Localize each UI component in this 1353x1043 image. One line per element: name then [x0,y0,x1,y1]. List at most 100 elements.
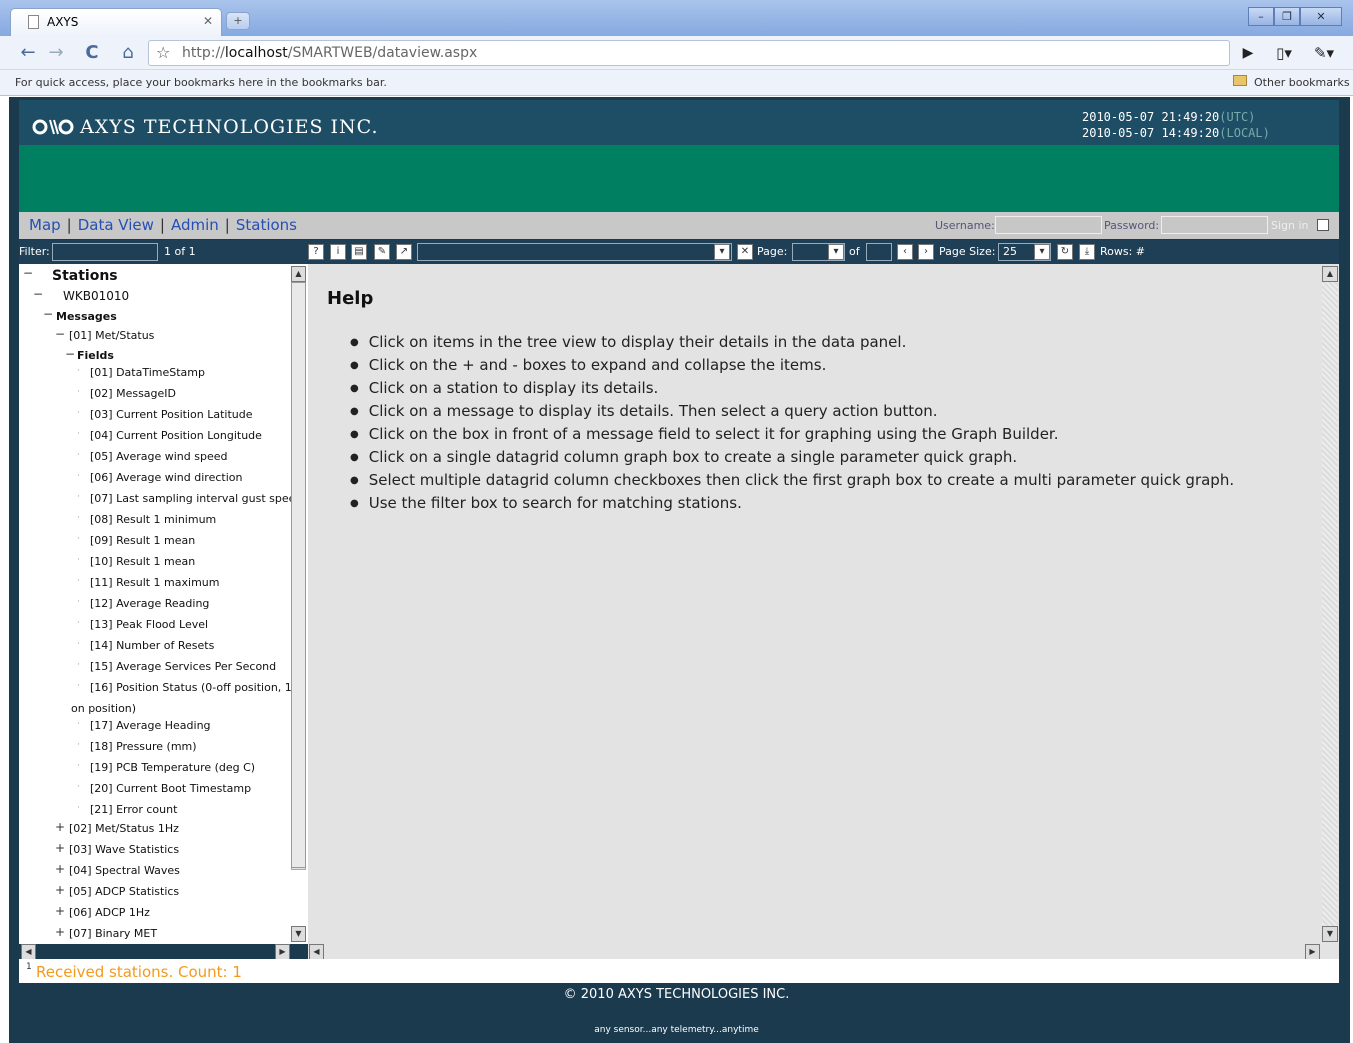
back-icon[interactable]: ← [16,41,40,65]
maximize-button[interactable]: ❐ [1274,7,1300,26]
page-menu-icon[interactable]: ▯▾ [1268,41,1300,65]
field-checkbox[interactable]: · [77,639,80,649]
field-checkbox[interactable]: · [77,534,80,544]
tree-field[interactable]: [01] DataTimeStamp [90,366,205,379]
go-icon[interactable]: ▶ [1236,41,1260,65]
tree-field[interactable]: [06] Average wind direction [90,471,242,484]
tree-scroll-thumb[interactable] [291,282,306,868]
tree-message[interactable]: [05] ADCP Statistics [69,885,179,898]
expand-icon[interactable]: + [55,862,65,876]
content-scroll-right-icon[interactable]: ▶ [1305,944,1320,960]
tree-message[interactable]: [07] Binary MET [69,927,157,940]
tree-field[interactable]: [14] Number of Resets [90,639,214,652]
password-input[interactable] [1161,216,1268,234]
reload-icon[interactable]: C [80,41,104,65]
field-checkbox[interactable]: · [77,782,80,792]
prev-page-icon[interactable]: ‹ [897,244,913,260]
field-checkbox[interactable]: · [77,366,80,376]
expand-icon[interactable]: + [55,904,65,918]
forward-icon[interactable]: → [44,41,68,65]
collapse-icon[interactable]: − [23,266,33,280]
nav-stations[interactable]: Stations [236,216,297,234]
collapse-icon[interactable]: − [43,307,53,321]
tree-message[interactable]: [02] Met/Status 1Hz [69,822,179,835]
content-scroll-up-icon[interactable]: ▲ [1322,266,1338,282]
tree-field[interactable]: [02] MessageID [90,387,176,400]
filter-input[interactable] [52,243,158,261]
tree-station[interactable]: WKB01010 [63,289,129,303]
expand-icon[interactable]: + [55,841,65,855]
tree-field[interactable]: [05] Average wind speed [90,450,227,463]
query-select[interactable] [417,243,732,261]
tree-field[interactable]: [11] Result 1 maximum [90,576,219,589]
field-checkbox[interactable]: · [77,740,80,750]
collapse-icon[interactable]: − [33,287,43,301]
collapse-icon[interactable]: − [65,347,75,361]
tree-field[interactable]: [04] Current Position Longitude [90,429,262,442]
field-checkbox[interactable]: · [77,450,80,460]
field-checkbox[interactable]: · [77,597,80,607]
page-size-dropdown-icon[interactable]: ▾ [1034,244,1050,260]
scroll-down-icon[interactable]: ▼ [291,926,306,942]
nav-data-view[interactable]: Data View [78,216,154,234]
next-page-icon[interactable]: › [918,244,934,260]
tree-message[interactable]: [06] ADCP 1Hz [69,906,150,919]
other-bookmarks[interactable]: Other bookmarks [1254,76,1350,89]
quick-graph-icon[interactable]: ↗ [396,244,412,260]
tree-field[interactable]: [19] PCB Temperature (deg C) [90,761,255,774]
tree-field[interactable]: [08] Result 1 minimum [90,513,216,526]
field-checkbox[interactable]: · [77,803,80,813]
browser-tab[interactable]: AXYS ✕ [10,8,222,36]
field-checkbox[interactable]: · [77,660,80,670]
tree-field[interactable]: [10] Result 1 mean [90,555,195,568]
tree-field[interactable]: [17] Average Heading [90,719,211,732]
field-checkbox[interactable]: · [77,719,80,729]
tree-field[interactable]: [09] Result 1 mean [90,534,195,547]
expand-icon[interactable]: + [55,925,65,939]
field-checkbox[interactable]: · [77,761,80,771]
tree-field[interactable]: [21] Error count [90,803,177,816]
tree-field[interactable]: on position) [71,702,136,715]
expand-icon[interactable]: + [55,883,65,897]
collapse-icon[interactable]: − [55,327,65,341]
field-checkbox[interactable]: · [77,513,80,523]
field-checkbox[interactable]: · [77,576,80,586]
close-window-button[interactable]: ✕ [1300,7,1342,26]
scroll-up-icon[interactable]: ▲ [291,266,306,282]
nav-map[interactable]: Map [29,216,61,234]
home-icon[interactable]: ⌂ [116,41,140,65]
expand-icon[interactable]: + [55,820,65,834]
tree-fields[interactable]: Fields [77,349,114,362]
nav-admin[interactable]: Admin [171,216,219,234]
tree-field[interactable]: [12] Average Reading [90,597,209,610]
minimize-button[interactable]: – [1248,7,1274,26]
clear-icon[interactable]: ✕ [737,244,753,260]
content-scroll-down-icon[interactable]: ▼ [1322,926,1338,942]
content-scrollbar[interactable] [1322,266,1338,941]
field-checkbox[interactable]: · [77,492,80,502]
tree-field[interactable]: [20] Current Boot Timestamp [90,782,251,795]
field-checkbox[interactable]: · [77,555,80,565]
username-input[interactable] [995,216,1102,234]
field-checkbox[interactable]: · [77,429,80,439]
field-checkbox[interactable]: · [77,471,80,481]
remember-checkbox[interactable] [1317,219,1329,231]
info-icon[interactable]: i [330,244,346,260]
new-tab-button[interactable]: + [226,12,250,30]
tree-field[interactable]: [13] Peak Flood Level [90,618,208,631]
tree-field[interactable]: [03] Current Position Latitude [90,408,253,421]
page-dropdown-icon[interactable]: ▾ [828,244,844,260]
field-checkbox[interactable]: · [77,681,80,691]
signin-button[interactable]: Sign in [1271,219,1309,232]
query-dropdown-icon[interactable]: ▾ [714,244,730,260]
help-icon[interactable]: ? [308,244,324,260]
tree-message[interactable]: [04] Spectral Waves [69,864,180,877]
tree-field[interactable]: [15] Average Services Per Second [90,660,276,673]
tree-messages[interactable]: Messages [56,310,117,323]
wrench-menu-icon[interactable]: ✎▾ [1308,41,1340,65]
refresh-icon[interactable]: ↻ [1057,244,1073,260]
close-tab-icon[interactable]: ✕ [203,14,213,28]
export-icon[interactable]: ⤓ [1079,244,1095,260]
tree-field[interactable]: [07] Last sampling interval gust speed [90,492,302,505]
field-checkbox[interactable]: · [77,408,80,418]
